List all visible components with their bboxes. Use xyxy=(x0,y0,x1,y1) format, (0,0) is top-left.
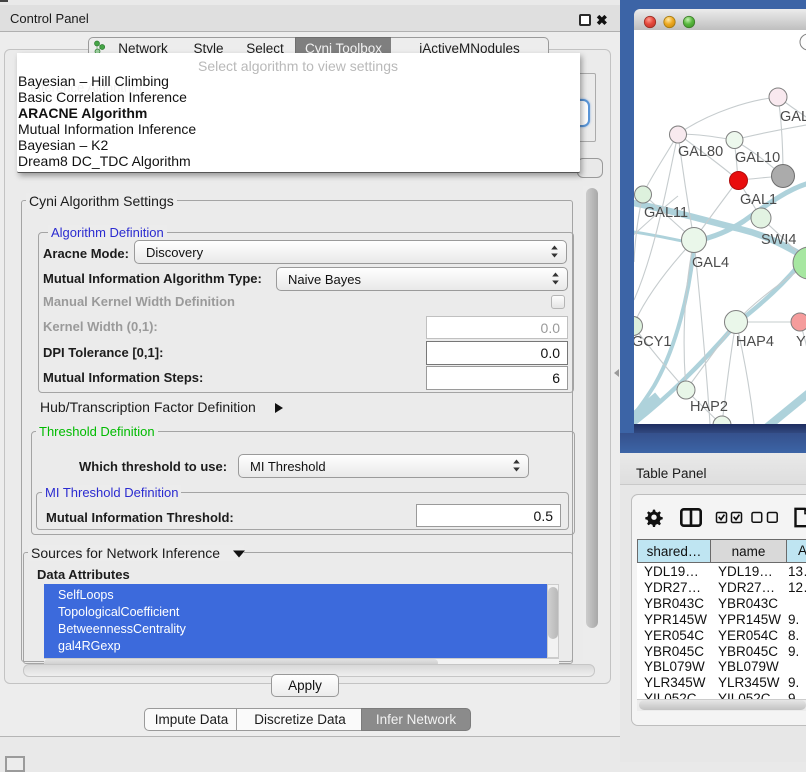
svg-text:GAL11: GAL11 xyxy=(644,205,688,221)
svg-text:SWI4: SWI4 xyxy=(761,232,796,248)
svg-text:HAP4: HAP4 xyxy=(736,334,774,350)
svg-text:Y: Y xyxy=(796,334,806,350)
svg-text:GAL80: GAL80 xyxy=(678,144,723,160)
svg-text:GAL7: GAL7 xyxy=(780,109,806,125)
svg-text:GAL1: GAL1 xyxy=(740,192,777,208)
svg-text:GAL4: GAL4 xyxy=(692,255,729,271)
svg-text:GAL10: GAL10 xyxy=(735,150,780,166)
svg-text:GCY1: GCY1 xyxy=(634,334,672,350)
svg-text:HAP2: HAP2 xyxy=(690,399,728,415)
